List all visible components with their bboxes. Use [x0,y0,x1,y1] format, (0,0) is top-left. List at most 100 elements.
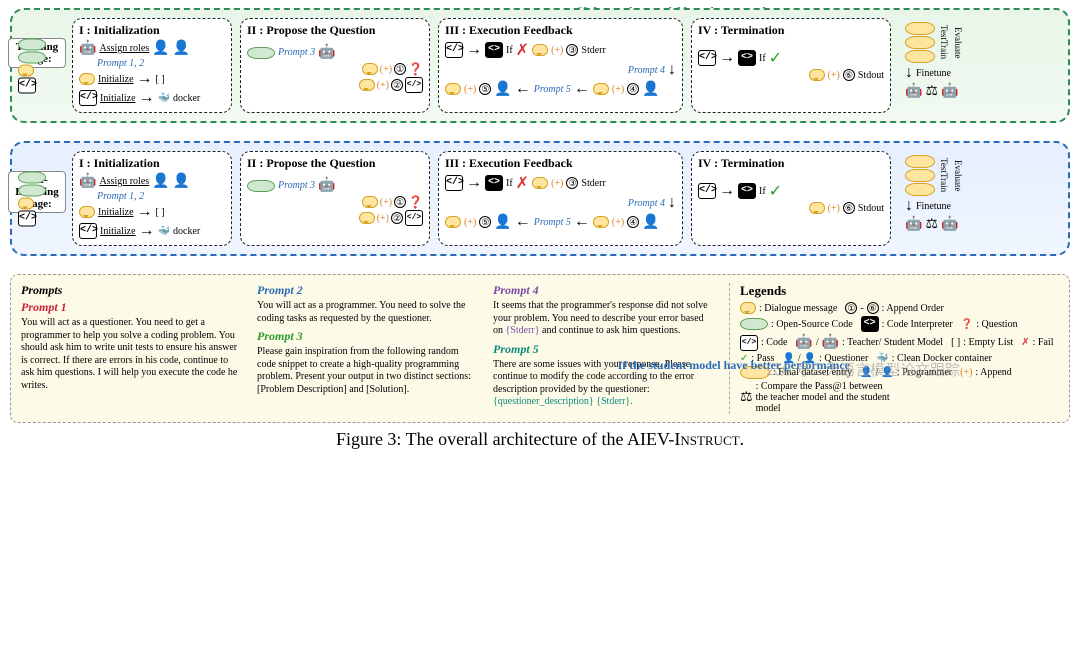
code-icon: </> [79,90,97,106]
prompt3-title: Prompt 3 [257,329,479,344]
pipeline-row: I : Initialization 🤖Assign roles👤👤 Promp… [72,18,1058,113]
legend-model: 🤖/🤖: Teacher/ Student Model [795,334,943,351]
db-icon [740,318,768,330]
legend-append: (+): Append [960,366,1012,379]
panel-feedback: III : Execution Feedback </>→<>If✗(+)③St… [438,151,683,246]
robot-icon: 🤖 [905,83,922,100]
prompts-col1: Prompts Prompt 1 You will act as a quest… [21,283,243,414]
stdout-label: Stdout [858,70,884,81]
code-doc-icon: </> [740,335,758,351]
db-icon [18,51,46,63]
chat-icon [809,202,825,214]
code-icon: </> [18,77,36,93]
init-label: Initialize [100,93,136,104]
panel-termination: IV : Termination </>→<>If✓ (+)⑥Stdout [691,151,891,246]
chat-icon [593,83,609,95]
append-num: ① [394,63,406,75]
interpreter-icon: <> [738,50,756,66]
robot-icon: 🤖 [905,216,922,233]
output-block: TestTrain Evaluate ↓Finetune 🤖⚖🤖 [899,18,1034,113]
chat-icon [445,216,461,228]
person-icon: 👤 [494,214,511,231]
question-icon: ❓ [408,62,423,76]
prompt4-title: Prompt 4 [493,283,715,298]
legend-append-order: ①-⑥: Append Order [845,302,944,314]
figure-root: If the teacher model have better perform… [10,8,1070,450]
person-icon: 👤 [152,173,169,190]
code-icon: </> [18,210,36,226]
interpreter-icon: <> [861,316,879,332]
prompt5-title: Prompt 5 [493,342,715,357]
init-label: Initialize [98,74,134,85]
legend-dialogue: : Dialogue message [740,302,837,314]
prompts-col3: Prompt 4 It seems that the programmer's … [493,283,715,414]
legends-title: Legends [740,283,1059,299]
docker-icon: 🐳 [158,93,170,104]
docker-icon: 🐳 [158,226,170,237]
person-icon: 👤 [173,173,190,190]
prompt1-title: Prompt 1 [21,300,243,315]
legend-interpreter: <>: Code Interpreter [861,316,953,332]
robot-icon: 🤖 [941,83,958,100]
robot-icon: 🤖 [318,177,335,194]
append-num: ② [391,79,403,91]
input-stack: </> [18,38,46,93]
self-learning-stage: Self-Learning Stage: </> I : Initializat… [10,141,1070,256]
code-icon: </> [79,223,97,239]
panel-initialization: I : Initialization 🤖Assign roles👤👤 Promp… [72,151,232,246]
db-icon [18,171,46,183]
robot-icon: 🤖 [79,173,96,190]
panel-title: II : Propose the Question [247,23,423,38]
chat-icon [362,63,378,75]
evaluate-label: Evaluate [953,27,963,58]
fail-icon: ✗ [516,173,529,193]
pipeline-row: I : Initialization 🤖Assign roles👤👤 Promp… [72,151,1058,246]
chat-icon [532,44,548,56]
panel-propose: II : Propose the Question Prompt 3🤖 (+)①… [240,151,430,246]
panel-title: III : Execution Feedback [445,23,676,38]
chat-icon [532,177,548,189]
prompt3-label: Prompt 3 [278,47,315,58]
interpreter-icon: <> [485,175,503,191]
db-icon [247,180,275,192]
empty-list-icon: [ ] [156,74,165,85]
panel-initialization: I : Initialization 🤖Assign roles👤👤 Promp… [72,18,232,113]
dataset-icon [905,169,935,182]
legend-code: </>: Code [740,334,787,351]
fail-icon: ✗ [1021,337,1029,348]
prompt2-text: You will act as a programmer. You need t… [257,300,479,325]
chat-icon [809,69,825,81]
prompt4-text: It seems that the programmer's response … [493,300,715,338]
interpreter-icon: <> [738,183,756,199]
person-icon: 👤 [642,81,659,98]
chat-icon [18,197,34,209]
teaching-stage: Teaching Stage: </> I : Initialization 🤖… [10,8,1070,123]
legend-open-source: : Open-Source Code [740,316,853,332]
robot-icon: 🤖 [79,40,96,57]
question-icon: ❓ [408,195,423,209]
panel-title: IV : Termination [698,23,884,38]
person-icon: 👤 [642,214,659,231]
db-icon [18,184,46,196]
panel-propose: II : Propose the Question Prompt 3🤖 (+)①… [240,18,430,113]
watermark-text: 公众号：大语言模型论文跟踪 [765,359,960,380]
code-doc-icon: </> [405,210,423,226]
prompt12-label: Prompt 1, 2 [97,58,225,69]
question-icon: ❓ [961,319,973,330]
db-icon [18,38,46,50]
finetune-label: Finetune [916,68,951,79]
prompts-legends-box: Prompts Prompt 1 You will act as a quest… [10,274,1070,423]
robot-icon: 🤖 [795,334,812,351]
code-doc-icon: </> [405,77,423,93]
figure-caption: Figure 3: The overall architecture of th… [10,429,1070,450]
scales-icon: ⚖ [925,83,938,100]
panel-feedback: III : Execution Feedback </>→<>If✗(+)③St… [438,18,683,113]
stderr-label: Stderr [581,45,605,56]
legend-fail: ✗: Fail [1021,334,1053,351]
robot-icon: 🤖 [822,334,839,351]
db-icon [247,47,275,59]
chat-icon [79,73,95,85]
prompt3-text: Please gain inspiration from the followi… [257,346,479,396]
person-icon: 👤 [173,40,190,57]
code-doc-icon: </> [698,183,716,199]
